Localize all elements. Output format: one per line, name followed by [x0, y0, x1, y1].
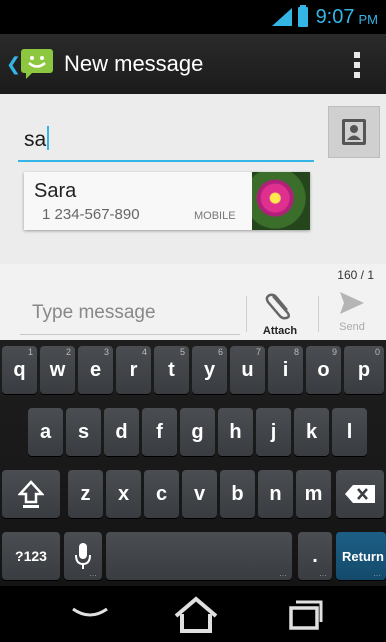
signal-icon: [271, 8, 292, 26]
key-z[interactable]: z: [68, 470, 103, 518]
key-o[interactable]: o9: [306, 346, 341, 394]
message-input[interactable]: Type message: [20, 294, 240, 335]
page-title: New message: [64, 51, 204, 76]
key-e[interactable]: e3: [78, 346, 113, 394]
return-key[interactable]: Return…: [336, 532, 386, 580]
divider: [318, 296, 319, 332]
clock-ampm: PM: [358, 11, 379, 27]
contact-photo: [252, 172, 310, 230]
clock-time: 9:07: [315, 5, 355, 28]
recipient-input[interactable]: sa: [18, 114, 314, 162]
key-d[interactable]: d: [104, 408, 139, 456]
battery-icon: [297, 5, 308, 27]
contact-suggestion[interactable]: Sara 1 234-567-890 MOBILE: [24, 172, 310, 230]
attach-button[interactable]: Attach: [254, 290, 306, 338]
voice-input-key[interactable]: …: [64, 532, 102, 580]
key-a[interactable]: a: [28, 408, 63, 456]
symbols-key[interactable]: ?123: [2, 532, 60, 580]
key-h[interactable]: h: [218, 408, 253, 456]
key-g[interactable]: g: [180, 408, 215, 456]
key-t[interactable]: t5: [154, 346, 189, 394]
key-n[interactable]: n: [258, 470, 293, 518]
key-m[interactable]: m: [296, 470, 331, 518]
key-p[interactable]: p0: [344, 346, 384, 394]
suggestion-type: MOBILE: [194, 210, 236, 222]
contact-card-icon: [342, 119, 366, 145]
suggestion-name: Sara: [34, 180, 77, 202]
backspace-key[interactable]: [336, 470, 384, 518]
microphone-icon: [75, 543, 91, 569]
key-s[interactable]: s: [66, 408, 101, 456]
send-button[interactable]: Send: [330, 290, 374, 338]
key-j[interactable]: j: [256, 408, 291, 456]
home-icon[interactable]: [172, 594, 220, 634]
key-v[interactable]: v: [182, 470, 217, 518]
message-placeholder: Type message: [32, 302, 156, 323]
key-y[interactable]: y6: [192, 346, 227, 394]
backspace-icon: [345, 485, 375, 503]
key-u[interactable]: u7: [230, 346, 265, 394]
message-smiley-icon[interactable]: [20, 48, 54, 80]
recent-apps-icon[interactable]: [288, 598, 324, 630]
compose-area: 160 / 1 Type message Attach Send: [0, 264, 386, 340]
recipient-input-value: sa: [24, 128, 47, 151]
soft-keyboard: q1 w2 e3 r4 t5 y6 u7 i8 o9 p0 a s d f g …: [0, 340, 386, 586]
character-counter: 160 / 1: [337, 268, 374, 282]
divider: [246, 296, 247, 332]
shift-icon: [18, 480, 44, 508]
key-x[interactable]: x: [106, 470, 141, 518]
action-bar: ❮ New message: [0, 34, 386, 94]
shift-key[interactable]: [2, 470, 60, 518]
key-l[interactable]: l: [332, 408, 367, 456]
status-bar: 9:07 PM: [0, 0, 386, 34]
key-q[interactable]: q1: [2, 346, 37, 394]
text-cursor: [47, 126, 50, 150]
key-c[interactable]: c: [144, 470, 179, 518]
back-icon[interactable]: [70, 604, 110, 624]
period-key[interactable]: .…: [298, 532, 332, 580]
key-i[interactable]: i8: [268, 346, 303, 394]
recipient-panel: sa Sara 1 234-567-890 MOBILE: [0, 94, 386, 264]
key-k[interactable]: k: [294, 408, 329, 456]
space-key[interactable]: …: [106, 532, 292, 580]
send-label: Send: [339, 321, 365, 333]
key-f[interactable]: f: [142, 408, 177, 456]
key-b[interactable]: b: [220, 470, 255, 518]
paperclip-icon: [265, 293, 290, 320]
overflow-menu-icon[interactable]: [354, 52, 360, 78]
attach-label: Attach: [262, 325, 298, 337]
key-w[interactable]: w2: [40, 346, 75, 394]
send-icon: [340, 292, 364, 314]
key-r[interactable]: r4: [116, 346, 151, 394]
navigation-bar: [0, 586, 386, 642]
up-caret-icon[interactable]: ❮: [6, 54, 21, 75]
suggestion-number: 1 234-567-890: [42, 206, 140, 223]
contact-picker-button[interactable]: [328, 106, 380, 158]
